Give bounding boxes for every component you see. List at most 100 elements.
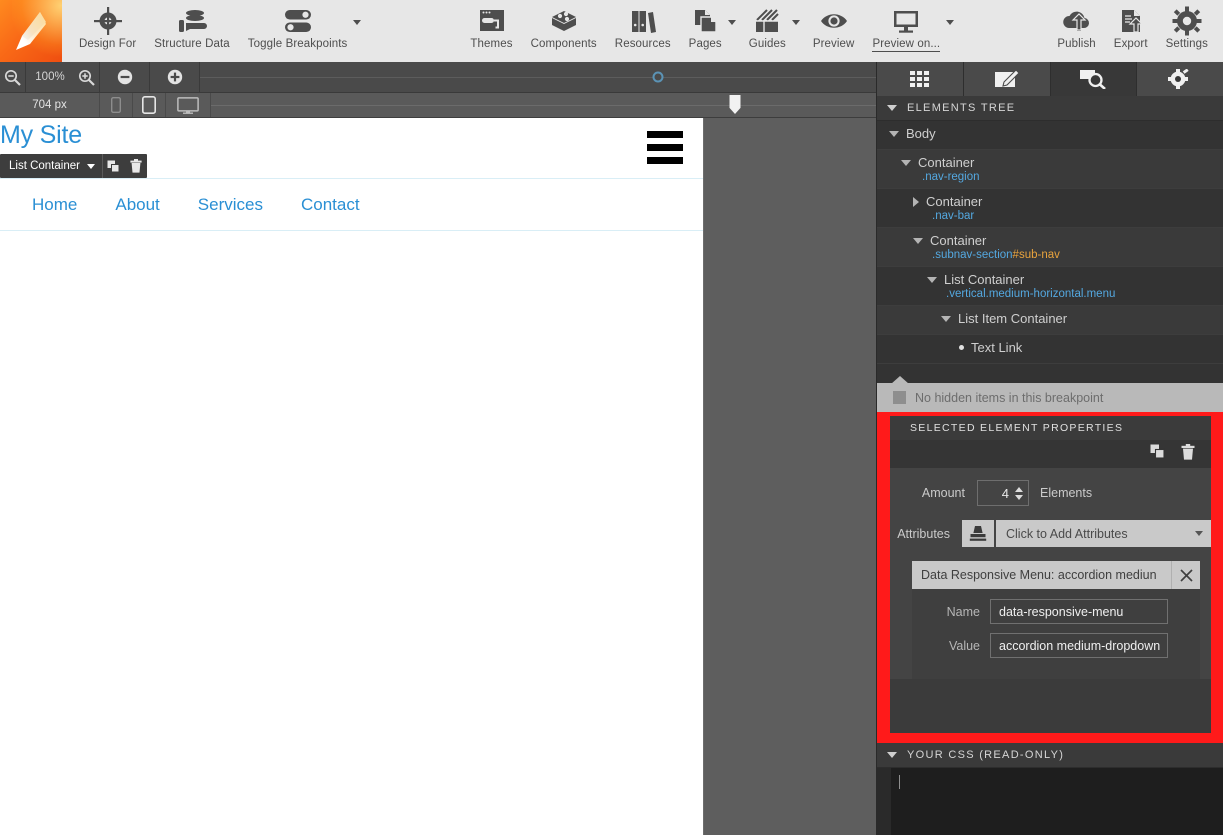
toolbar-item-components[interactable]: Components [522,0,606,50]
tab-settings[interactable] [1137,62,1223,96]
triangle-down-icon [887,752,897,758]
selected-element-dropdown[interactable]: List Container [0,160,102,172]
toolbar-item-themes[interactable]: Themes [461,0,521,50]
toolbar-label: Settings [1165,38,1208,50]
triangle-down-icon[interactable] [927,276,937,283]
chevron-down-icon[interactable] [353,20,362,25]
add-breakpoint-button[interactable] [150,62,200,92]
hidden-items-bar[interactable]: No hidden items in this breakpoint [877,376,1223,412]
toolbar-item-structure-data[interactable]: Structure Data [145,0,239,50]
zoom-bar: 100% [0,62,876,93]
list-item[interactable]: Contact [282,195,379,215]
breakpoint-handle[interactable] [729,95,741,114]
subnav-section[interactable]: Home About Services Contact [0,178,703,231]
attributes-label: Attributes [897,526,950,541]
nav-link-services[interactable]: Services [179,195,282,215]
document-export-icon [1117,6,1145,36]
breakpoint-track[interactable] [200,62,876,92]
attribute-name-label: Name [946,604,980,619]
checkbox-icon[interactable] [893,391,906,404]
remove-breakpoint-button[interactable] [100,62,150,92]
toolbar-item-publish[interactable]: Publish [1048,0,1104,50]
trash-icon[interactable] [1181,443,1195,465]
duplicate-icon[interactable] [1150,444,1165,464]
zoom-level-label: 100% [35,71,65,83]
triangle-down-icon[interactable] [913,237,923,244]
elements-tree-header[interactable]: ELEMENTS TREE [877,96,1223,121]
selection-toolbar[interactable]: List Container [0,154,147,178]
toolbar-item-toggle-breakpoints[interactable]: Toggle Breakpoints [239,0,366,50]
toolbar-item-pages[interactable]: Pages [680,0,740,50]
tab-grid[interactable] [877,62,964,96]
hamburger-line [647,157,683,164]
tree-node-list-item-container[interactable]: List Item Container [877,306,1223,335]
tree-node-container-subnav-section[interactable]: Container .subnav-section#sub-nav [877,228,1223,267]
amount-value[interactable]: 4 [978,486,1015,501]
tree-node-body[interactable]: Body [877,121,1223,150]
design-canvas[interactable]: My Site List Container Home About Servic… [0,118,876,835]
hamburger-menu-icon[interactable] [647,131,683,164]
css-editor[interactable] [877,768,1223,835]
toolbar-label: Guides [748,38,786,50]
toolbar-item-resources[interactable]: Resources [606,0,680,50]
triangle-right-icon[interactable] [913,196,919,207]
attribute-value-input[interactable]: accordion medium-dropdown [990,633,1168,658]
stepper-up-icon[interactable] [1015,486,1023,492]
bullet-icon [959,345,964,350]
stamp-icon[interactable] [962,520,994,547]
tree-node-text-link[interactable]: Text Link [877,335,1223,364]
stepper-arrows[interactable] [1015,486,1028,500]
zoom-in-icon[interactable] [74,62,100,92]
page-preview[interactable]: My Site List Container Home About Servic… [0,118,703,835]
your-css-header[interactable]: YOUR CSS (READ-ONLY) [877,743,1223,768]
tab-style-editor[interactable] [963,62,1051,96]
canvas-resize-edge[interactable] [703,118,704,835]
tree-node-classes: .nav-region [922,171,980,183]
canvas-width-label: 704 px [0,93,100,117]
toolbar-item-design-for[interactable]: Design For [70,0,145,50]
tree-node-label: Body [906,126,936,141]
toolbar-item-preview[interactable]: Preview [804,0,864,50]
tree-node-container-nav-bar[interactable]: Container .nav-bar [877,189,1223,228]
triangle-down-icon[interactable] [901,159,911,166]
attribute-name-input[interactable]: data-responsive-menu [990,599,1168,624]
triangle-down-icon[interactable] [941,315,951,322]
breakpoint-marker[interactable] [652,71,664,83]
phone-icon[interactable] [100,93,133,117]
tablet-icon[interactable] [133,93,166,117]
nav-link-about[interactable]: About [96,195,178,215]
nav-link-contact[interactable]: Contact [282,195,379,215]
toolbar-label: Pages [688,38,722,50]
list-item[interactable]: About [96,195,178,215]
attribute-card-header[interactable]: Data Responsive Menu: accordion mediun [912,561,1200,589]
toolbar-label: Publish [1057,38,1096,50]
tree-node-label: Container [918,155,975,170]
breakpoint-slider-track[interactable] [211,93,876,117]
attributes-dropdown[interactable]: Click to Add Attributes [996,520,1211,547]
stepper-down-icon[interactable] [1015,494,1023,500]
chevron-down-icon[interactable] [791,20,800,25]
list-item[interactable]: Services [179,195,282,215]
duplicate-icon[interactable] [103,160,125,173]
chevron-down-icon[interactable] [946,20,955,25]
tab-inspect[interactable] [1050,62,1138,96]
toolbar-item-settings[interactable]: Settings [1157,0,1217,50]
chevron-down-icon [86,163,95,169]
tree-node-container-nav-region[interactable]: Container .nav-region [877,150,1223,189]
desktop-icon[interactable] [166,93,211,117]
toolbar-item-export[interactable]: Export [1105,0,1157,50]
properties-header[interactable]: SELECTED ELEMENT PROPERTIES [890,416,1211,440]
nav-link-home[interactable]: Home [13,195,96,215]
guides-hatched-icon [753,6,781,36]
trash-icon[interactable] [125,159,147,173]
toolbar-item-guides[interactable]: Guides [740,0,804,50]
toolbar-item-preview-on[interactable]: Preview on... [863,0,958,52]
amount-stepper[interactable]: 4 [977,480,1029,506]
close-x-icon[interactable] [1171,561,1200,589]
tree-node-list-container[interactable]: List Container .vertical.medium-horizont… [877,267,1223,306]
list-item[interactable]: Home [13,195,96,215]
app-logo[interactable] [0,0,62,62]
triangle-down-icon[interactable] [889,130,899,137]
zoom-out-icon[interactable] [0,62,26,92]
chevron-down-icon[interactable] [727,20,736,25]
